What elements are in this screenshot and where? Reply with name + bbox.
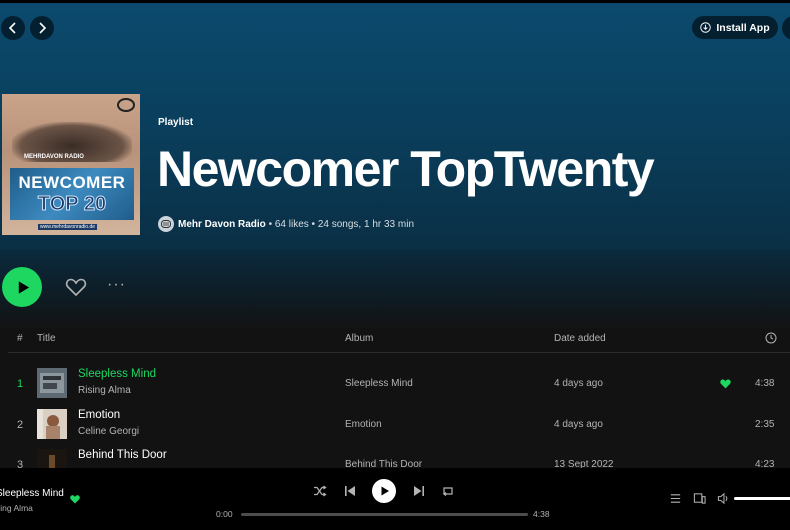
track-artist[interactable]: Celine Georgi xyxy=(78,426,139,437)
track-number: 1 xyxy=(16,378,24,390)
repeat-icon[interactable] xyxy=(441,484,455,498)
clock-icon xyxy=(765,332,777,344)
playlist-owner[interactable]: Mehr Davon Radio xyxy=(178,219,266,230)
playlist-likes: 64 likes xyxy=(274,218,309,230)
meta-sep: • xyxy=(265,218,275,230)
shuffle-icon[interactable] xyxy=(313,484,327,498)
chevron-right-icon xyxy=(39,22,47,34)
track-title[interactable]: Emotion xyxy=(78,409,120,421)
volume-icon[interactable] xyxy=(717,492,730,505)
install-app-label: Install App xyxy=(716,21,770,34)
heart-icon[interactable] xyxy=(64,275,88,299)
liked-heart-icon[interactable] xyxy=(69,493,81,505)
progress-bar[interactable] xyxy=(241,513,528,516)
now-playing-bar: Sleepless Mind Rising Alma 0:00 4:38 xyxy=(0,468,790,530)
owner-avatar[interactable] xyxy=(158,216,174,232)
download-icon xyxy=(700,22,712,33)
playlist-type-label: Playlist xyxy=(158,117,194,128)
track-title[interactable]: Sleepless Mind xyxy=(78,368,156,380)
col-header-album[interactable]: Album xyxy=(345,333,373,344)
table-row[interactable]: 1 Sleepless Mind Rising Alma Sleepless M… xyxy=(0,364,790,404)
header-divider xyxy=(8,352,790,353)
now-playing-artist[interactable]: Rising Alma xyxy=(0,503,33,513)
col-header-date-added[interactable]: Date added xyxy=(554,333,606,344)
next-icon[interactable] xyxy=(412,484,426,498)
radio-logo-icon xyxy=(117,98,135,112)
play-playlist-button[interactable] xyxy=(2,267,42,307)
play-icon xyxy=(18,280,29,294)
cover-line2: TOP 20 xyxy=(37,193,107,216)
meta-sep: • xyxy=(308,218,318,230)
back-button[interactable] xyxy=(1,16,25,40)
play-pause-button[interactable] xyxy=(372,479,396,503)
playlist-title: Newcomer TopTwenty xyxy=(157,141,655,197)
track-duration: 4:38 xyxy=(755,378,775,389)
col-header-num: # xyxy=(17,333,23,344)
cover-url: www.mehrdavonradio.de xyxy=(38,224,98,230)
cover-line1: NEWCOMER xyxy=(18,173,126,192)
track-number: 2 xyxy=(16,419,24,431)
more-options-button[interactable]: ··· xyxy=(107,276,126,294)
chevron-left-icon xyxy=(8,22,16,34)
track-duration: 2:35 xyxy=(755,419,775,430)
track-album[interactable]: Sleepless Mind xyxy=(345,378,413,389)
play-icon xyxy=(381,486,389,496)
track-artist[interactable]: Rising Alma xyxy=(78,385,131,396)
queue-icon[interactable] xyxy=(669,492,682,505)
track-date-added: 4 days ago xyxy=(554,419,603,430)
forward-button[interactable] xyxy=(30,16,54,40)
elapsed-time: 0:00 xyxy=(216,509,233,519)
volume-slider[interactable] xyxy=(734,497,790,500)
track-album[interactable]: Emotion xyxy=(345,419,382,430)
track-artwork xyxy=(37,409,67,439)
track-date-added: 4 days ago xyxy=(554,378,603,389)
col-header-title[interactable]: Title xyxy=(37,333,56,344)
playlist-meta: Mehr Davon Radio • 64 likes • 24 songs, … xyxy=(158,214,414,234)
cover-brand: MEHRDAVON RADIO xyxy=(24,154,84,160)
table-row[interactable]: 2 Emotion Celine Georgi Emotion 4 days a… xyxy=(0,405,790,445)
playlist-songs: 24 songs, xyxy=(317,218,362,230)
liked-heart-icon[interactable] xyxy=(719,377,732,390)
total-time: 4:38 xyxy=(533,509,550,519)
cover-banner: NEWCOMER TOP 20 xyxy=(10,168,134,220)
devices-icon[interactable] xyxy=(693,492,706,505)
install-app-button[interactable]: Install App xyxy=(692,16,778,39)
track-artwork xyxy=(37,368,67,398)
radio-logo-icon xyxy=(161,220,171,228)
previous-icon[interactable] xyxy=(343,484,357,498)
now-playing-title[interactable]: Sleepless Mind xyxy=(0,488,64,499)
playlist-duration: 1 hr 33 min xyxy=(363,218,415,230)
track-title[interactable]: Behind This Door xyxy=(78,449,167,461)
playlist-cover: MEHRDAVON RADIO NEWCOMER TOP 20 www.mehr… xyxy=(2,94,140,235)
